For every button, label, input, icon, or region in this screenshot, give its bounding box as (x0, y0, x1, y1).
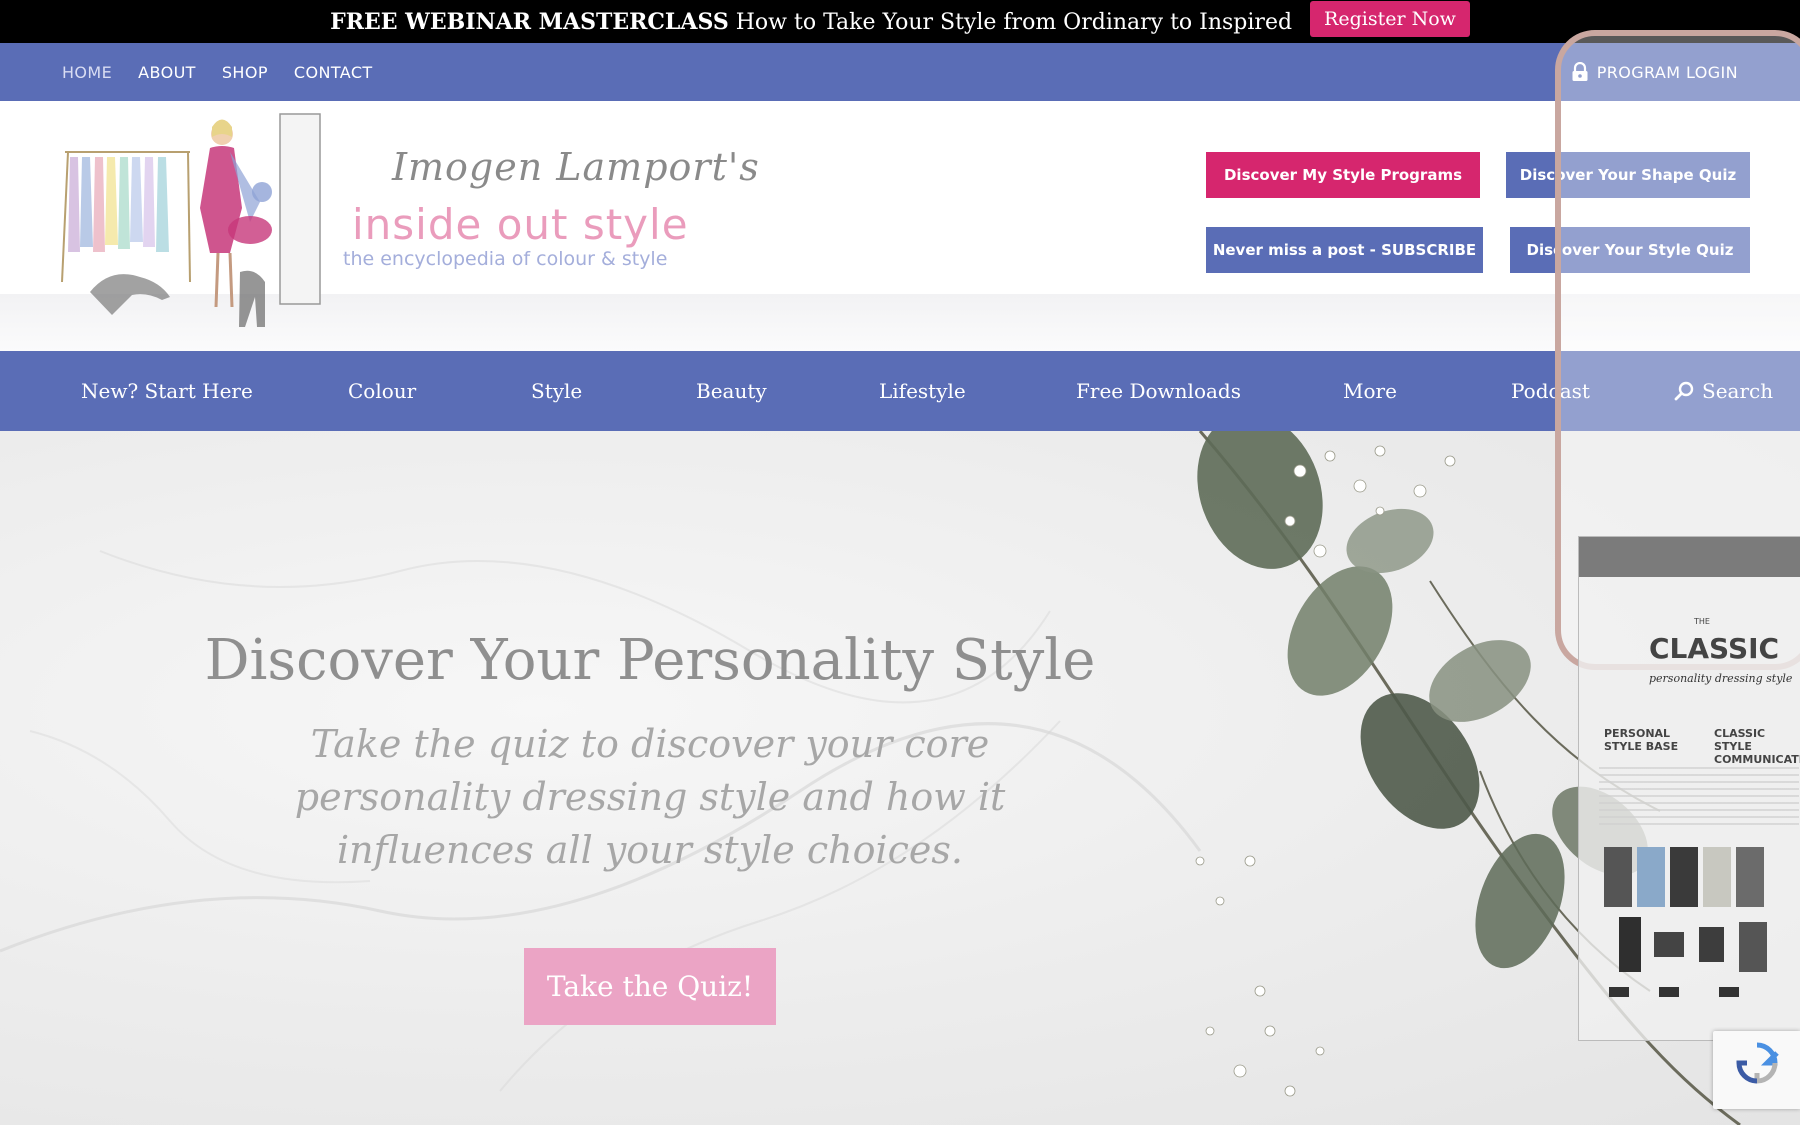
promo-body-text: How to Take Your Style from Ordinary to … (735, 9, 1293, 35)
phone-text-lines (1599, 767, 1799, 827)
top-nav-links: HOME ABOUT SHOP CONTACT (62, 63, 373, 82)
nav-lifestyle[interactable]: Lifestyle (879, 351, 966, 431)
top-nav-contact[interactable]: CONTACT (294, 63, 373, 82)
top-nav-shop[interactable]: SHOP (222, 63, 268, 82)
logo-illustration[interactable] (40, 112, 340, 337)
logo-main[interactable]: inside out style (352, 200, 689, 249)
recaptcha-badge[interactable] (1713, 1031, 1800, 1109)
take-quiz-button[interactable]: Take the Quiz! (524, 948, 776, 1025)
promo-bold-text: FREE WEBINAR MASTERCLASS (330, 8, 729, 35)
phone-subtitle: personality dressing style (1649, 672, 1793, 685)
top-nav-home[interactable]: HOME (62, 63, 112, 82)
discover-style-programs-button[interactable]: Discover My Style Programs (1206, 152, 1480, 198)
phone-col2-heading: CLASSIC STYLE COMMUNICATES (1714, 727, 1800, 766)
phone-col1-heading: PERSONAL STYLE BASE (1604, 727, 1679, 753)
hero-title: Discover Your Personality Style (204, 628, 1096, 693)
nav-new-start-here[interactable]: New? Start Here (81, 351, 253, 431)
phone-screen: THE CLASSIC personality dressing style P… (1578, 536, 1800, 1041)
logo-script[interactable]: Imogen Lamport's (392, 145, 760, 189)
phone-title-small: THE (1694, 617, 1710, 626)
register-now-button[interactable]: Register Now (1310, 0, 1470, 37)
subscribe-button[interactable]: Never miss a post - SUBSCRIBE (1206, 227, 1483, 273)
nav-colour[interactable]: Colour (348, 351, 416, 431)
phone-screen-header (1579, 537, 1800, 577)
main-navigation: New? Start Here Colour Style Beauty Life… (0, 351, 1800, 431)
top-navigation: HOME ABOUT SHOP CONTACT PROGRAM LOGIN (0, 43, 1800, 101)
promo-text: FREE WEBINAR MASTERCLASS How to Take You… (330, 9, 1292, 35)
phone-clothing-illustration (1604, 847, 1767, 997)
promo-bar: FREE WEBINAR MASTERCLASS How to Take You… (0, 0, 1800, 43)
nav-style[interactable]: Style (531, 351, 582, 431)
top-nav-about[interactable]: ABOUT (138, 63, 196, 82)
nav-free-downloads[interactable]: Free Downloads (1076, 351, 1241, 431)
recaptcha-icon (1736, 1042, 1779, 1084)
logo-tagline: the encyclopedia of colour & style (343, 248, 668, 270)
phone-title: CLASSIC (1649, 632, 1780, 665)
hero-section: Discover Your Personality Style Take the… (0, 431, 1800, 1125)
nav-more[interactable]: More (1343, 351, 1397, 431)
nav-beauty[interactable]: Beauty (696, 351, 767, 431)
hero-subtitle: Take the quiz to discover your core pers… (294, 722, 1006, 872)
